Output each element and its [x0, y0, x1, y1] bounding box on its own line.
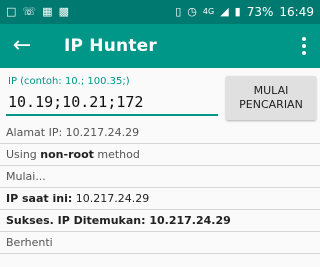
chat-bubble-icon: □: [6, 5, 17, 18]
whatsapp-icon: ☏: [22, 5, 37, 18]
log-value: 10.217.24.29: [145, 214, 231, 227]
log-item-method: Using non-root method: [0, 144, 320, 166]
log-method-name: non-root: [40, 148, 94, 161]
page-title: IP Hunter: [64, 36, 157, 56]
log-label: Sukses. IP Ditemukan:: [6, 214, 146, 227]
bbm-icon: ▩: [58, 5, 69, 18]
log-text: Using: [6, 148, 41, 161]
system-icons: ▯ ◷ 4G ◢ ▮ 73% 16:49: [175, 0, 314, 24]
log-value: 10.217.24.29: [72, 192, 150, 205]
ip-input[interactable]: [6, 90, 218, 116]
log-item-current-ip: IP saat ini: 10.217.24.29: [0, 188, 320, 210]
battery-icon: ▮: [234, 5, 241, 18]
log-item-stopped: Berhenti: [0, 232, 320, 254]
signal-icon: ◢: [220, 5, 229, 18]
clock: 16:49: [279, 5, 314, 19]
log-item-address: Alamat IP: 10.217.24.29: [0, 122, 320, 144]
log-value: 10.217.24.29: [65, 126, 140, 139]
image-icon: ▦: [42, 5, 53, 18]
log-item-start: Mulai...: [0, 166, 320, 188]
log-text: method: [93, 148, 140, 161]
log-label: IP saat ini:: [6, 192, 73, 205]
notification-icons: □ ☏ ▦ ▩: [6, 0, 69, 24]
log-list: Alamat IP: 10.217.24.29 Using non-root m…: [0, 122, 320, 254]
app-bar: ← IP Hunter: [0, 24, 320, 68]
log-item-success: Sukses. IP Ditemukan: 10.217.24.29: [0, 210, 320, 232]
start-search-button[interactable]: MULAI PENCARIAN: [226, 76, 316, 120]
log-label: Alamat IP:: [6, 126, 66, 139]
back-arrow-icon[interactable]: ←: [10, 32, 34, 60]
battery-percent: 73%: [246, 5, 274, 19]
sim-icon: ▯: [175, 5, 182, 18]
data-4g-icon: 4G: [202, 7, 215, 16]
overflow-menu-icon[interactable]: [296, 33, 312, 59]
status-bar: □ ☏ ▦ ▩ ▯ ◷ 4G ◢ ▮ 73% 16:49: [0, 0, 320, 24]
alarm-icon: ◷: [187, 5, 197, 18]
ip-field-label: IP (contoh: 10.; 100.35;): [8, 76, 130, 87]
